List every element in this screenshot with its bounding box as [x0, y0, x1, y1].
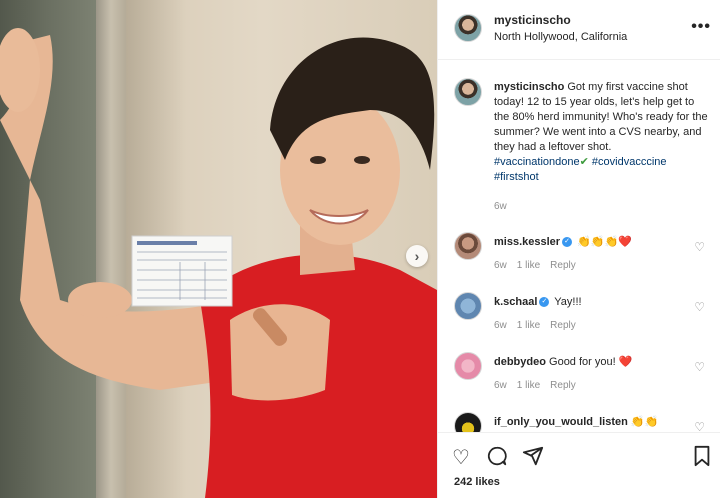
- avatar[interactable]: [454, 78, 482, 106]
- comment-meta: 6w 1 like Reply: [494, 260, 586, 271]
- comment-likes[interactable]: 1 like: [517, 260, 540, 271]
- verified-icon: ✓: [562, 237, 573, 248]
- comment-emojis: ❤️: [618, 356, 633, 368]
- comment-meta: 6w 1 like Reply: [494, 320, 586, 331]
- likes-count[interactable]: 242 likes: [454, 476, 500, 488]
- reply-link[interactable]: Reply: [550, 320, 576, 331]
- comment-age: 6w: [494, 380, 507, 391]
- comment-text: miss.kessler ✓ 👏👏👏❤️: [494, 235, 694, 249]
- share-icon-glyph: [522, 446, 544, 466]
- more-icon[interactable]: •••: [691, 18, 711, 36]
- header-location[interactable]: North Hollywood, California: [494, 31, 627, 43]
- comment: miss.kessler ✓ 👏👏👏❤️ 6w 1 like Reply ♡: [438, 232, 720, 290]
- caption-text: mysticinscho Got my first vaccine shot t…: [494, 80, 709, 185]
- action-bar: ♡ 242 likes: [438, 432, 720, 498]
- comment-likes[interactable]: 1 like: [517, 380, 540, 391]
- comment-text: k.schaal ✓ Yay!!!: [494, 295, 694, 309]
- hashtag[interactable]: #covidvacccine: [592, 156, 667, 168]
- next-arrow-icon[interactable]: ›: [406, 245, 428, 267]
- hashtag[interactable]: #firstshot: [494, 171, 539, 183]
- comment-text: debbydeo Good for you! ❤️: [494, 355, 694, 369]
- comment-likes[interactable]: 1 like: [517, 320, 540, 331]
- comment-text: if_only_you_would_listen 👏👏: [494, 415, 694, 429]
- bookmark-icon[interactable]: [692, 445, 712, 473]
- hashtag[interactable]: #vaccinationdone: [494, 156, 580, 168]
- comment: debbydeo Good for you! ❤️ 6w 1 like Reply …: [438, 352, 720, 410]
- comment-meta: 6w 1 like Reply: [494, 380, 586, 391]
- comment-username[interactable]: debbydeo: [494, 356, 546, 368]
- reply-link[interactable]: Reply: [550, 260, 576, 271]
- avatar[interactable]: [454, 14, 482, 42]
- post-header: mysticinscho North Hollywood, California…: [438, 0, 720, 60]
- comment-age: 6w: [494, 320, 507, 331]
- verified-icon: ✓: [539, 297, 550, 308]
- comment-username[interactable]: if_only_you_would_listen: [494, 416, 628, 428]
- comment-age: 6w: [494, 260, 507, 271]
- comment-body: Good for you!: [549, 356, 616, 368]
- heart-icon[interactable]: ♡: [694, 360, 705, 374]
- heart-icon[interactable]: ♡: [694, 300, 705, 314]
- share-icon[interactable]: [522, 445, 544, 473]
- header-username[interactable]: mysticinscho: [494, 13, 571, 27]
- bookmark-icon-glyph: [694, 445, 710, 467]
- comment: k.schaal ✓ Yay!!! 6w 1 like Reply ♡: [438, 292, 720, 350]
- check-emoji: ✔: [579, 156, 589, 168]
- heart-icon[interactable]: ♡: [694, 240, 705, 254]
- comment-icon-glyph: [487, 446, 507, 466]
- photo-subject: [0, 28, 437, 498]
- heart-icon[interactable]: ♡: [452, 445, 470, 470]
- reply-link[interactable]: Reply: [550, 380, 576, 391]
- avatar[interactable]: [454, 352, 482, 380]
- comment-username[interactable]: miss.kessler: [494, 236, 560, 248]
- comment-icon[interactable]: [486, 445, 508, 473]
- caption-username[interactable]: mysticinscho: [494, 81, 564, 93]
- caption-age: 6w: [494, 201, 507, 212]
- post-photo[interactable]: ›: [0, 0, 437, 498]
- post-details-panel: mysticinscho North Hollywood, California…: [437, 0, 720, 498]
- comment-username[interactable]: k.schaal: [494, 296, 537, 308]
- comment-emojis: 👏👏👏❤️: [577, 236, 632, 248]
- comment-emojis: 👏👏: [630, 416, 659, 428]
- avatar[interactable]: [454, 232, 482, 260]
- avatar[interactable]: [454, 292, 482, 320]
- comment-body: Yay!!!: [554, 296, 582, 308]
